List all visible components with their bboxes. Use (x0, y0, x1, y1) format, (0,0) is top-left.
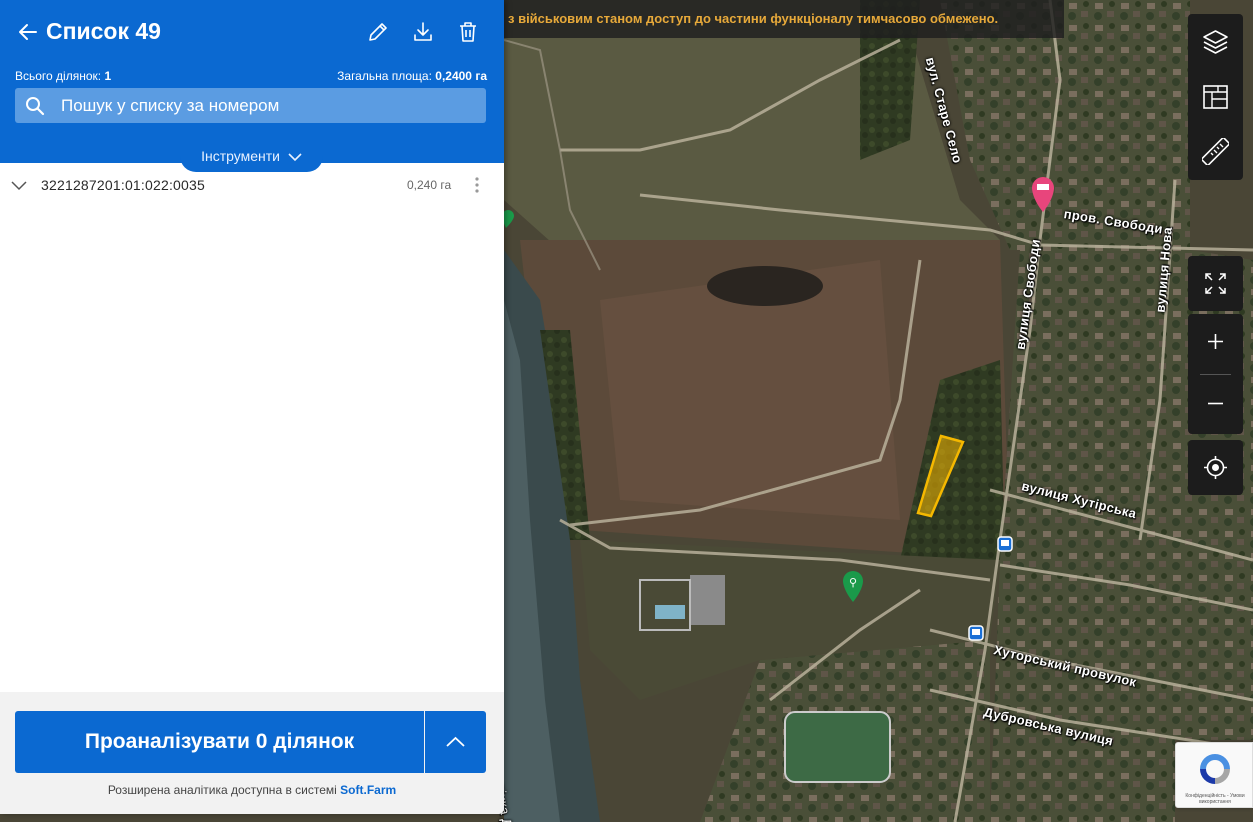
locate-group (1188, 440, 1243, 495)
plan-icon (1203, 85, 1228, 109)
fullscreen-button[interactable] (1188, 256, 1243, 311)
edit-button[interactable] (366, 20, 390, 44)
layers-icon (1203, 30, 1228, 54)
parcel-number: 3221287201:01:022:0035 (41, 177, 206, 193)
recaptcha-badge[interactable]: Конфіденційність - Умови використання (1175, 742, 1253, 808)
softfarm-link[interactable]: Soft.Farm (340, 783, 396, 797)
plus-icon (1208, 334, 1223, 349)
more-vertical-icon[interactable] (469, 174, 485, 196)
parcel-area: 0,240 га (407, 178, 452, 192)
list-panel: Список 49 Всього ділянок: 1 Загальна пло… (0, 0, 504, 814)
chevron-up-icon (446, 736, 465, 747)
analyze-button[interactable]: Проаналізувати 0 ділянок (15, 711, 424, 773)
total-parcels-value: 1 (104, 69, 112, 83)
cadastre-button[interactable] (1188, 69, 1243, 124)
minus-icon (1208, 402, 1223, 405)
recaptcha-text: Конфіденційність - Умови використання (1185, 793, 1245, 805)
panel-footer: Проаналізувати 0 ділянок Розширена аналі… (0, 692, 504, 814)
back-button[interactable] (16, 20, 40, 44)
page-title: Список 49 (46, 18, 161, 44)
bus-stop-marker (997, 536, 1013, 552)
martial-law-banner: з військовим станом доступ до частини фу… (504, 0, 1064, 38)
expand-button[interactable] (425, 711, 486, 773)
total-area-value: 0,2400 га (435, 69, 487, 83)
locate-button[interactable] (1188, 440, 1243, 495)
search-input[interactable] (61, 88, 481, 123)
footer-note-text: Розширена аналітика доступна в системі (107, 783, 337, 797)
delete-button[interactable] (456, 20, 480, 44)
ruler-icon (1202, 138, 1229, 165)
zoom-group (1188, 314, 1243, 434)
download-icon (414, 22, 432, 41)
crosshair-icon (1204, 456, 1227, 479)
fullscreen-group (1188, 256, 1243, 311)
panel-header: Список 49 Всього ділянок: 1 Загальна пло… (0, 0, 504, 163)
svg-text:⚲: ⚲ (849, 576, 857, 589)
tools-toggle[interactable]: Інструменти (180, 145, 323, 172)
zoom-out-button[interactable] (1188, 376, 1243, 431)
zoom-in-button[interactable] (1188, 314, 1243, 369)
search-icon (26, 97, 45, 116)
pencil-icon (369, 23, 387, 41)
list-item[interactable]: 3221287201:01:022:0035 0,240 га (0, 170, 504, 200)
arrow-left-icon (19, 24, 37, 40)
fullscreen-icon (1205, 273, 1226, 294)
download-button[interactable] (411, 20, 435, 44)
bus-stop-marker (968, 625, 984, 641)
tools-label: Інструменти (201, 148, 280, 164)
footer-note: Розширена аналітика доступна в системі S… (0, 783, 504, 797)
total-area: Загальна площа: 0,2400 га (337, 69, 487, 83)
map-tools-group (1188, 14, 1243, 180)
total-parcels-label: Всього ділянок: (15, 69, 102, 83)
search-box (15, 88, 486, 123)
recaptcha-icon (1200, 754, 1230, 784)
chevron-down-icon (288, 153, 302, 161)
chevron-down-icon[interactable] (10, 176, 28, 194)
total-area-label: Загальна площа: (337, 69, 432, 83)
measure-button[interactable] (1188, 124, 1243, 179)
layers-button[interactable] (1188, 14, 1243, 69)
total-parcels: Всього ділянок: 1 (15, 69, 111, 83)
zoom-divider (1200, 374, 1231, 375)
trash-icon (460, 22, 476, 42)
